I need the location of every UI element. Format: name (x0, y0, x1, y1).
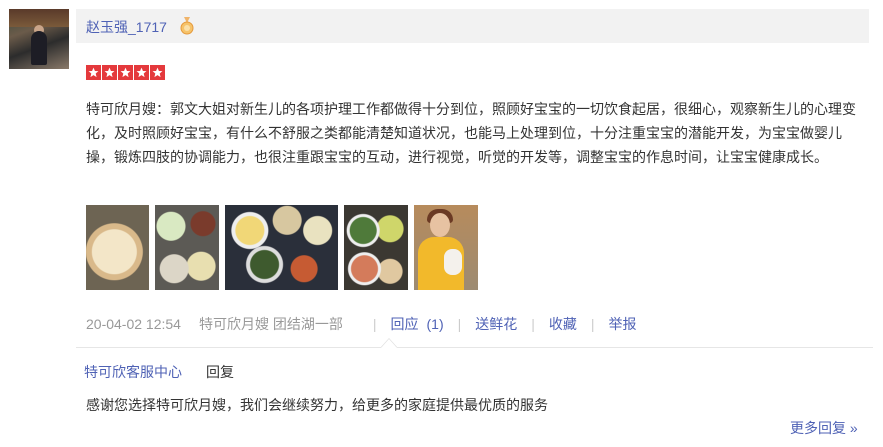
reply-pointer (381, 339, 397, 348)
report-link[interactable]: 举报 (609, 314, 637, 334)
food-photo-4[interactable] (344, 205, 408, 290)
reply-count[interactable]: (1) (427, 316, 444, 332)
replier-name[interactable]: 特可欣客服中心 (84, 362, 182, 382)
star-rating (86, 65, 166, 80)
separator: | (372, 316, 377, 332)
user-header-bar: 赵玉强_1717 (76, 9, 869, 43)
star-icon (86, 65, 101, 80)
medal-icon (180, 17, 194, 35)
photo-face (430, 213, 450, 237)
more-replies-link[interactable]: 更多回复 » (790, 418, 858, 438)
reply-text: 感谢您选择特可欣月嫂，我们会继续努力，给更多的家庭提供最优质的服务 (86, 397, 548, 413)
review-text: 特可欣月嫂：郭文大姐对新生儿的各项护理工作都做得十分到位，照顾好宝宝的一切饮食起… (86, 101, 856, 165)
avatar-figure (31, 31, 47, 65)
user-avatar[interactable] (9, 9, 69, 69)
star-icon (102, 65, 117, 80)
separator: | (590, 316, 595, 332)
star-icon (134, 65, 149, 80)
send-flower-link[interactable]: 送鲜花 (475, 314, 517, 334)
review-date: 20-04-02 12:54 (86, 316, 181, 332)
review-meta: 20-04-02 12:54 特可欣月嫂 团结湖一部 | 回应 (1) | 送鲜… (86, 314, 637, 334)
separator: | (531, 316, 535, 332)
reply-link[interactable]: 回应 (391, 314, 419, 334)
food-photo-1[interactable] (86, 205, 149, 290)
nanny-with-baby-photo[interactable] (414, 205, 478, 290)
reply-tag: 回复 (206, 364, 234, 380)
review-author: 特可欣月嫂 团结湖一部 (198, 316, 343, 332)
food-photo-2[interactable] (155, 205, 219, 290)
favorite-link[interactable]: 收藏 (549, 314, 577, 334)
separator: | (457, 316, 462, 332)
star-icon (118, 65, 133, 80)
review-photos (86, 205, 484, 290)
food-photo-3[interactable] (225, 205, 338, 290)
username-link[interactable]: 赵玉强_1717 (86, 17, 167, 37)
photo-baby (444, 249, 462, 275)
star-icon (150, 65, 165, 80)
